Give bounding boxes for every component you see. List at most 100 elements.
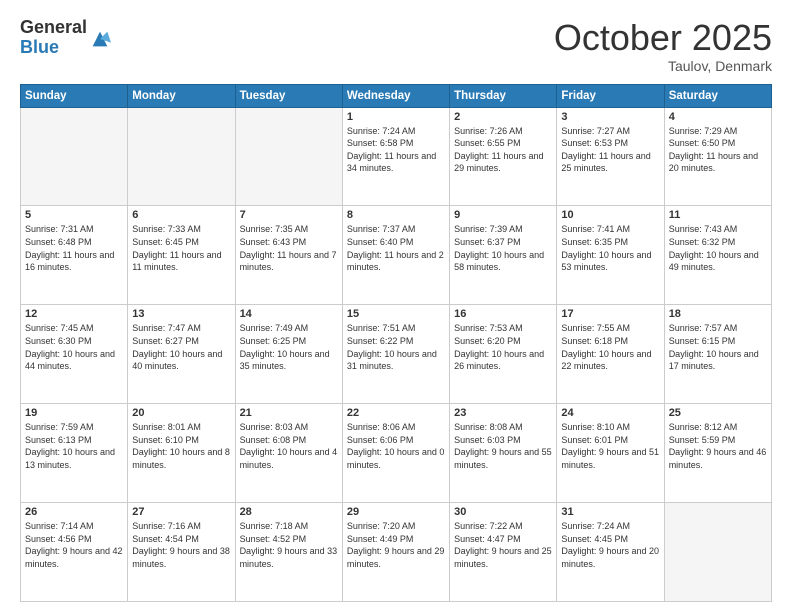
table-row: 11 Sunrise: 7:43 AMSunset: 6:32 PMDayligh… [664,206,771,305]
calendar-week-row: 5Sunrise: 7:31 AMSunset: 6:48 PMDaylight… [21,206,772,305]
table-row: 6 Sunrise: 7:33 AMSunset: 6:45 PMDaylight… [128,206,235,305]
day-number: 4 [669,111,767,123]
table-row: 13Sunrise: 7:47 AMSunset: 6:27 PMDayligh… [128,305,235,404]
day-number: 13 [132,308,230,320]
table-row: 22Sunrise: 8:06 AMSunset: 6:06 PMDayligh… [342,404,449,503]
day-number: 24 [561,407,659,419]
day-info: Sunrise: 7:43 AMSunset: 6:32 PMDaylight:… [669,223,767,273]
day-number: 9 [454,209,552,221]
table-row: 10Sunrise: 7:41 AMSunset: 6:35 PMDayligh… [557,206,664,305]
month-title: October 2025 [554,18,772,58]
day-info: Sunrise: 7:33 AMSunset: 6:45 PMDaylight:… [132,223,230,273]
day-info: Sunrise: 8:03 AMSunset: 6:08 PMDaylight:… [240,421,338,471]
day-number: 14 [240,308,338,320]
day-number: 21 [240,407,338,419]
day-info: Sunrise: 7:26 AMSunset: 6:55 PMDaylight:… [454,125,552,175]
table-row: 15 Sunrise: 7:51 AMSunset: 6:22 PMDayligh… [342,305,449,404]
day-info: Sunrise: 8:12 AMSunset: 5:59 PMDaylight:… [669,421,767,471]
day-number: 18 [669,308,767,320]
table-row: 9Sunrise: 7:39 AMSunset: 6:37 PMDaylight… [450,206,557,305]
table-row: 25Sunrise: 8:12 AMSunset: 5:59 PMDayligh… [664,404,771,503]
table-row [664,503,771,602]
day-number: 19 [25,407,123,419]
calendar-week-row: 1Sunrise: 7:24 AMSunset: 6:58 PMDaylight… [21,107,772,206]
table-row: 17 Sunrise: 7:55 AMSunset: 6:18 PMDayligh… [557,305,664,404]
table-row: 12 Sunrise: 7:45 AMSunset: 6:30 PMDayligh… [21,305,128,404]
day-info: Sunrise: 7:37 AMSunset: 6:40 PMDaylight:… [347,223,445,273]
day-number: 16 [454,308,552,320]
col-saturday: Saturday [664,84,771,107]
day-info: Sunrise: 7:22 AMSunset: 4:47 PMDaylight:… [454,520,552,570]
day-info: Sunrise: 7:31 AMSunset: 6:48 PMDaylight:… [25,223,123,273]
calendar-header-row: Sunday Monday Tuesday Wednesday Thursday… [21,84,772,107]
day-number: 3 [561,111,659,123]
day-number: 28 [240,506,338,518]
col-tuesday: Tuesday [235,84,342,107]
table-row: 1Sunrise: 7:24 AMSunset: 6:58 PMDaylight… [342,107,449,206]
logo-text: General Blue [20,18,87,58]
title-block: October 2025 Taulov, Denmark [554,18,772,74]
day-info: Sunrise: 7:24 AMSunset: 4:45 PMDaylight:… [561,520,659,570]
table-row: 5Sunrise: 7:31 AMSunset: 6:48 PMDaylight… [21,206,128,305]
day-info: Sunrise: 7:57 AMSunset: 6:15 PMDaylight:… [669,322,767,372]
table-row: 26 Sunrise: 7:14 AMSunset: 4:56 PMDayligh… [21,503,128,602]
col-friday: Friday [557,84,664,107]
day-number: 8 [347,209,445,221]
day-info: Sunrise: 7:14 AMSunset: 4:56 PMDaylight:… [25,520,123,570]
day-number: 2 [454,111,552,123]
table-row: 18 Sunrise: 7:57 AMSunset: 6:15 PMDayligh… [664,305,771,404]
day-number: 15 [347,308,445,320]
day-number: 23 [454,407,552,419]
table-row: 14 Sunrise: 7:49 AMSunset: 6:25 PMDayligh… [235,305,342,404]
calendar-week-row: 12 Sunrise: 7:45 AMSunset: 6:30 PMDayligh… [21,305,772,404]
table-row: 24Sunrise: 8:10 AMSunset: 6:01 PMDayligh… [557,404,664,503]
table-row: 19Sunrise: 7:59 AMSunset: 6:13 PMDayligh… [21,404,128,503]
logo-icon [89,28,111,50]
day-info: Sunrise: 8:08 AMSunset: 6:03 PMDaylight:… [454,421,552,471]
table-row [21,107,128,206]
table-row: 3Sunrise: 7:27 AMSunset: 6:53 PMDaylight… [557,107,664,206]
col-monday: Monday [128,84,235,107]
day-number: 7 [240,209,338,221]
day-number: 17 [561,308,659,320]
table-row: 2 Sunrise: 7:26 AMSunset: 6:55 PMDaylight… [450,107,557,206]
table-row [235,107,342,206]
day-number: 12 [25,308,123,320]
col-thursday: Thursday [450,84,557,107]
calendar-week-row: 19Sunrise: 7:59 AMSunset: 6:13 PMDayligh… [21,404,772,503]
day-info: Sunrise: 7:35 AMSunset: 6:43 PMDaylight:… [240,223,338,273]
day-info: Sunrise: 7:55 AMSunset: 6:18 PMDaylight:… [561,322,659,372]
day-info: Sunrise: 8:01 AMSunset: 6:10 PMDaylight:… [132,421,230,471]
logo-general: General [20,18,87,38]
day-info: Sunrise: 7:18 AMSunset: 4:52 PMDaylight:… [240,520,338,570]
table-row: 7 Sunrise: 7:35 AMSunset: 6:43 PMDaylight… [235,206,342,305]
day-number: 11 [669,209,767,221]
table-row: 23 Sunrise: 8:08 AMSunset: 6:03 PMDayligh… [450,404,557,503]
page: General Blue October 2025 Taulov, Denmar… [0,0,792,612]
table-row: 28 Sunrise: 7:18 AMSunset: 4:52 PMDayligh… [235,503,342,602]
day-info: Sunrise: 7:49 AMSunset: 6:25 PMDaylight:… [240,322,338,372]
table-row: 31Sunrise: 7:24 AMSunset: 4:45 PMDayligh… [557,503,664,602]
table-row: 27 Sunrise: 7:16 AMSunset: 4:54 PMDayligh… [128,503,235,602]
header: General Blue October 2025 Taulov, Denmar… [20,18,772,74]
day-info: Sunrise: 7:24 AMSunset: 6:58 PMDaylight:… [347,125,445,175]
day-number: 27 [132,506,230,518]
logo: General Blue [20,18,111,58]
day-number: 6 [132,209,230,221]
day-number: 22 [347,407,445,419]
day-info: Sunrise: 7:20 AMSunset: 4:49 PMDaylight:… [347,520,445,570]
table-row: 21 Sunrise: 8:03 AMSunset: 6:08 PMDayligh… [235,404,342,503]
calendar-table: Sunday Monday Tuesday Wednesday Thursday… [20,84,772,602]
table-row: 8 Sunrise: 7:37 AMSunset: 6:40 PMDaylight… [342,206,449,305]
location: Taulov, Denmark [554,58,772,74]
table-row: 20Sunrise: 8:01 AMSunset: 6:10 PMDayligh… [128,404,235,503]
day-number: 30 [454,506,552,518]
table-row [128,107,235,206]
day-number: 26 [25,506,123,518]
table-row: 30 Sunrise: 7:22 AMSunset: 4:47 PMDayligh… [450,503,557,602]
day-info: Sunrise: 7:45 AMSunset: 6:30 PMDaylight:… [25,322,123,372]
day-number: 10 [561,209,659,221]
table-row: 29Sunrise: 7:20 AMSunset: 4:49 PMDayligh… [342,503,449,602]
day-info: Sunrise: 7:51 AMSunset: 6:22 PMDaylight:… [347,322,445,372]
day-info: Sunrise: 7:16 AMSunset: 4:54 PMDaylight:… [132,520,230,570]
